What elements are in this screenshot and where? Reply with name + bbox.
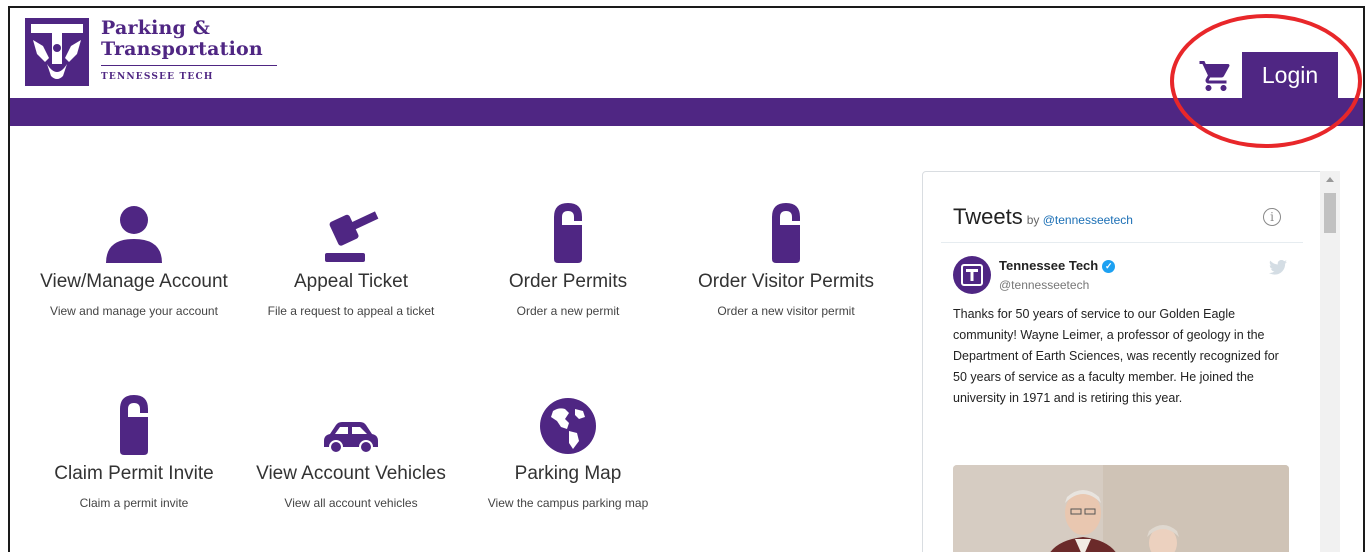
tennessee-tech-avatar-icon [961,264,983,286]
globe-icon [540,398,596,454]
info-icon[interactable]: i [1263,208,1281,226]
logo-title-line1: Parking & [101,17,211,39]
tweet-photo[interactable] [953,465,1289,552]
tile-title: View Account Vehicles [256,463,446,484]
logo-subtitle: TENNESSEE TECH [101,72,214,82]
tile-claim-permit-invite[interactable]: Claim Permit Invite Claim a permit invit… [34,395,234,513]
car-icon [324,422,378,454]
twitter-bird-icon[interactable] [1269,260,1287,275]
tweets-by-label: by [1026,213,1040,227]
scroll-up-arrow-icon[interactable] [1326,177,1334,182]
header-band [10,98,1363,126]
browser-viewport: Parking & Transportation TENNESSEE TECH … [8,6,1365,552]
tweets-divider [941,242,1303,243]
tile-parking-map[interactable]: Parking Map View the campus parking map [468,395,668,513]
site-header: Parking & Transportation TENNESSEE TECH … [10,8,1363,98]
tweet-text: Thanks for 50 years of service to our Go… [953,307,1279,405]
scrollbar[interactable] [1320,171,1340,552]
tweets-heading: Tweets by @tennesseetech [953,204,1133,230]
tile-title: Appeal Ticket [293,271,409,292]
tile-description: View all account vehicles [284,496,418,510]
verified-badge-icon: ✓ [1102,260,1116,274]
tweets-by-handle-link[interactable]: @tennesseetech [1043,213,1133,227]
tile-title: View/Manage Account [40,271,228,292]
tile-order-visitor-permits[interactable]: Order Visitor Permits Order a new visito… [686,203,886,321]
tile-description: Order a new visitor permit [717,304,855,318]
logo-divider [101,65,277,66]
tile-description: View and manage your account [50,304,218,318]
logo-title-line2: Transportation [101,38,263,60]
annotation-circle [1170,14,1362,148]
site-logo[interactable]: Parking & Transportation TENNESSEE TECH [25,18,277,86]
tile-description: View the campus parking map [487,496,649,510]
tile-title: Claim Permit Invite [54,463,214,484]
tweet-author-label: Tennessee Tech [999,258,1099,273]
scrollbar-thumb[interactable] [1324,193,1336,233]
tweets-by: by @tennesseetech [1027,213,1133,227]
tweet-author-name[interactable]: Tennessee Tech ✓ [999,258,1116,274]
tile-title: Order Visitor Permits [698,271,874,292]
hang-tag-icon [554,203,582,263]
gavel-icon [325,211,379,262]
tile-title: Parking Map [514,463,622,484]
tile-view-account-vehicles[interactable]: View Account Vehicles View all account v… [251,395,451,513]
hang-tag-icon [120,395,148,455]
tile-description: File a request to appeal a ticket [267,304,435,318]
tile-order-permits[interactable]: Order Permits Order a new permit [468,203,668,321]
tile-appeal-ticket[interactable]: Appeal Ticket File a request to appeal a… [251,203,451,321]
twitter-timeline-widget[interactable]: Tweets by @tennesseetech i Tennessee Tech… [922,171,1340,552]
tweet-photo-figures [953,465,1289,552]
hang-tag-icon [772,203,800,263]
tile-title: Order Permits [508,271,628,292]
tile-description: Order a new permit [516,304,620,318]
user-icon [106,206,162,263]
avatar[interactable] [953,256,991,294]
tweet-author-handle[interactable]: @tennesseetech [999,278,1089,292]
tile-view-manage-account[interactable]: View/Manage Account View and manage your… [34,203,234,321]
tile-description: Claim a permit invite [79,496,189,510]
tweets-title: Tweets [953,204,1023,229]
tennessee-tech-logo-icon [25,18,89,86]
